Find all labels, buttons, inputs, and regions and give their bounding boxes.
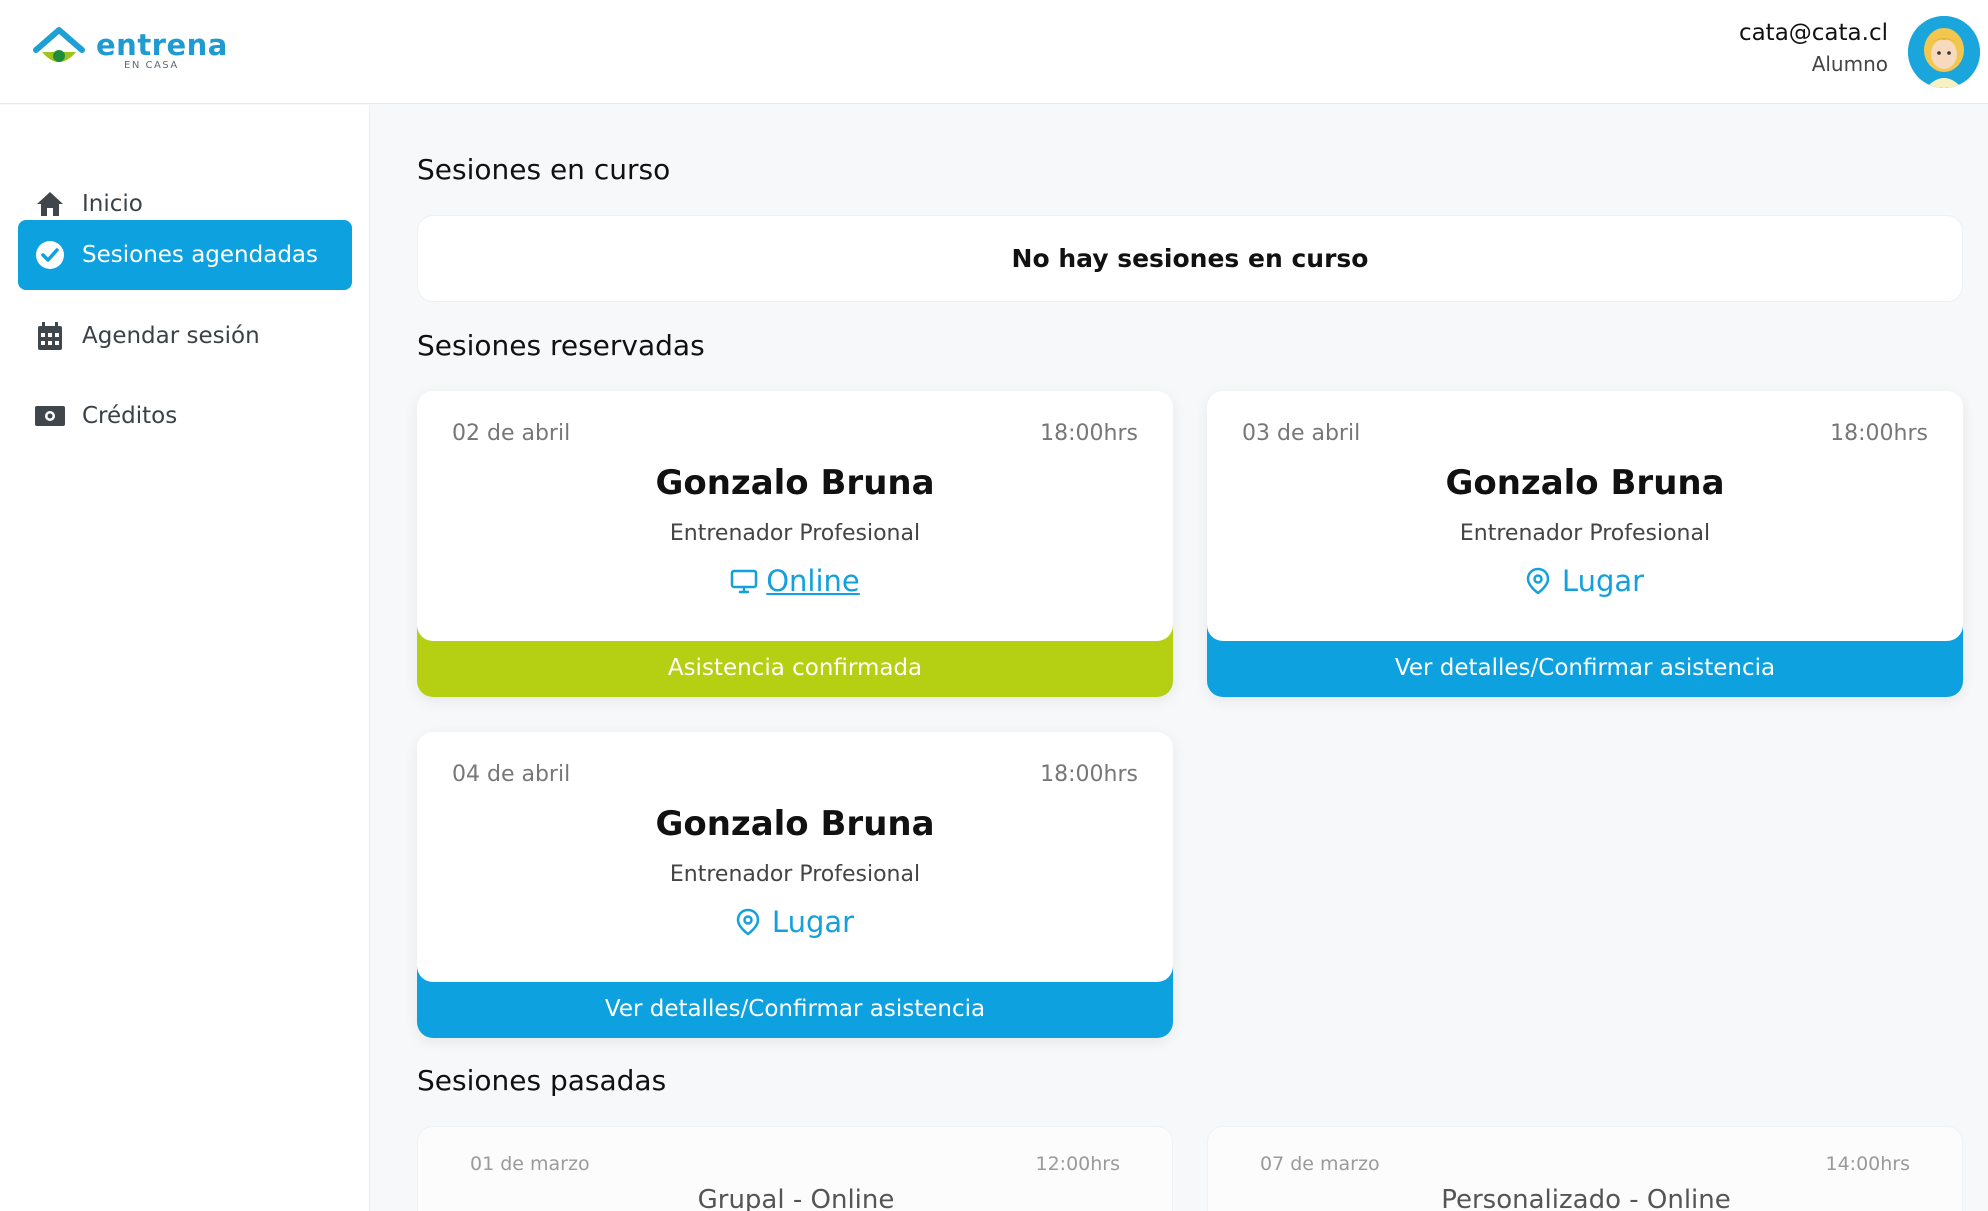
sidebar-item-label: Créditos — [82, 403, 178, 429]
past-session-card[interactable]: 01 de marzo 12:00hrs Grupal - Online — [417, 1126, 1173, 1211]
sidebar-item-agendar-sesion[interactable]: Agendar sesión — [18, 301, 352, 371]
session-card: 04 de abril 18:00hrs Gonzalo Bruna Entre… — [417, 732, 1173, 1038]
past-session-date: 01 de marzo — [470, 1153, 590, 1175]
session-card: 02 de abril 18:00hrs Gonzalo Bruna Entre… — [417, 391, 1173, 697]
sidebar-item-label: Sesiones agendadas — [82, 242, 319, 268]
sidebar-item-label: Agendar sesión — [82, 323, 260, 349]
sidebar-item-creditos[interactable]: Créditos — [18, 381, 352, 451]
session-date: 02 de abril — [452, 421, 571, 446]
trainer-role: Entrenador Profesional — [669, 521, 921, 546]
user-role: Alumno — [1811, 52, 1888, 76]
money-icon — [34, 400, 66, 432]
empty-sessions-text: No hay sesiones en curso — [1011, 244, 1369, 273]
trainer-role: Entrenador Profesional — [669, 862, 921, 887]
user-avatar-icon — [1908, 16, 1980, 88]
session-date: 03 de abril — [1242, 421, 1361, 446]
monitor-icon — [730, 567, 758, 595]
session-card: 03 de abril 18:00hrs Gonzalo Bruna Entre… — [1207, 391, 1963, 697]
session-card-body: 02 de abril 18:00hrs Gonzalo Bruna Entre… — [417, 391, 1173, 641]
trainer-name: Gonzalo Bruna — [655, 463, 935, 503]
past-session-time: 12:00hrs — [1035, 1153, 1120, 1175]
past-session-card[interactable]: 07 de marzo 14:00hrs Personalizado - Onl… — [1207, 1126, 1963, 1211]
section-title-en-curso: Sesiones en curso — [417, 153, 671, 186]
session-date: 04 de abril — [452, 762, 571, 787]
brand-name: entrena — [96, 28, 228, 62]
calendar-icon — [34, 320, 66, 352]
session-location-link[interactable]: Lugar — [1207, 564, 1963, 598]
user-info[interactable]: cata@cata.cl Alumno — [1739, 20, 1888, 76]
trainer-name: Gonzalo Bruna — [1445, 463, 1725, 503]
top-header: entrena EN CASA cata@cata.cl Alumno — [0, 0, 1988, 104]
past-session-time: 14:00hrs — [1825, 1153, 1910, 1175]
session-time: 18:00hrs — [1040, 762, 1138, 787]
past-session-title: Grupal - Online — [697, 1185, 895, 1211]
entrena-logo[interactable]: entrena EN CASA — [32, 26, 227, 76]
map-pin-icon — [1526, 567, 1554, 595]
session-card-body: 04 de abril 18:00hrs Gonzalo Bruna Entre… — [417, 732, 1173, 982]
session-location-link[interactable]: Online — [417, 564, 1173, 598]
brand-tagline: EN CASA — [124, 60, 179, 71]
session-card-body: 03 de abril 18:00hrs Gonzalo Bruna Entre… — [1207, 391, 1963, 641]
avatar[interactable] — [1908, 16, 1980, 88]
house-logo-icon — [33, 27, 85, 62]
empty-sessions-box: No hay sesiones en curso — [417, 215, 1963, 302]
sidebar: Inicio Sesiones agendadas Agendar sesión… — [0, 105, 370, 1211]
session-location-label: Lugar — [771, 905, 855, 939]
user-email: cata@cata.cl — [1738, 20, 1888, 46]
check-circle-icon — [34, 239, 66, 271]
section-title-reservadas: Sesiones reservadas — [417, 329, 705, 362]
session-time: 18:00hrs — [1040, 421, 1138, 446]
sidebar-item-sesiones-agendadas[interactable]: Sesiones agendadas — [18, 220, 352, 290]
session-time: 18:00hrs — [1830, 421, 1928, 446]
past-session-date: 07 de marzo — [1260, 1153, 1380, 1175]
session-location-label: Online — [766, 564, 860, 598]
session-location-link[interactable]: Lugar — [417, 905, 1173, 939]
trainer-name: Gonzalo Bruna — [655, 804, 935, 844]
trainer-role: Entrenador Profesional — [1459, 521, 1711, 546]
past-session-title: Personalizado - Online — [1441, 1185, 1731, 1211]
home-icon — [34, 188, 66, 220]
sidebar-item-label: Inicio — [82, 191, 143, 217]
section-title-pasadas: Sesiones pasadas — [417, 1064, 667, 1097]
session-location-label: Lugar — [1561, 564, 1645, 598]
map-pin-icon — [736, 908, 764, 936]
